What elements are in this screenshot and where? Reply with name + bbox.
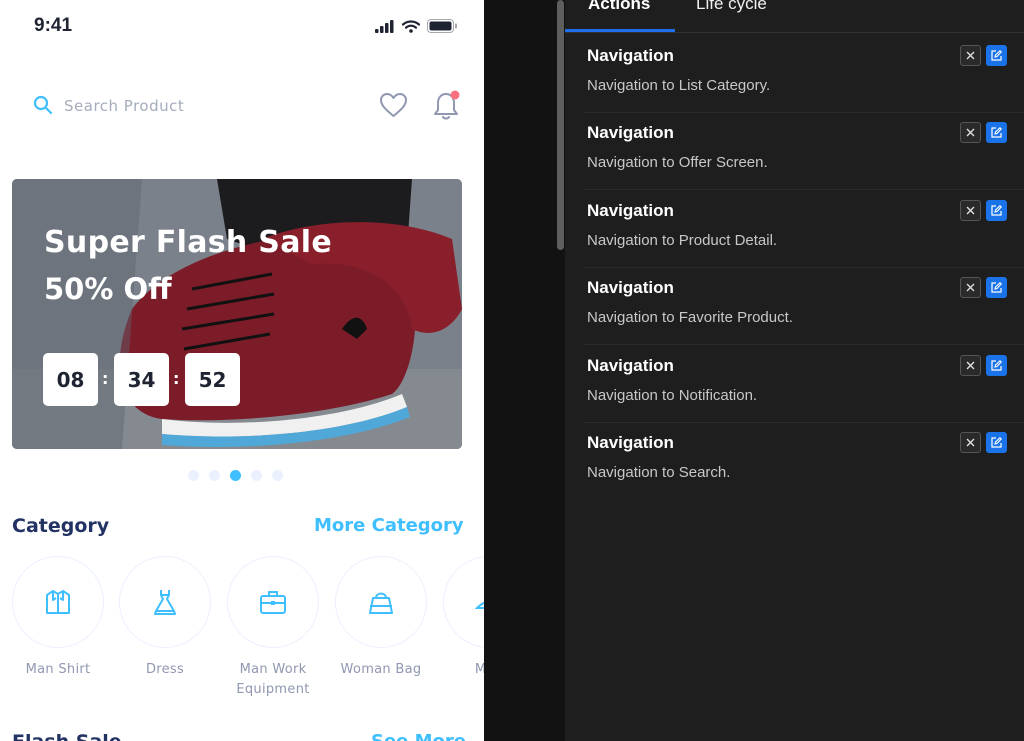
action-item[interactable]: Navigation Navigation to Favorite Produc… — [583, 267, 1024, 345]
edit-icon — [991, 205, 1002, 216]
close-icon — [966, 51, 975, 60]
shoe-icon — [475, 601, 484, 609]
category-label: Woman Bag — [340, 662, 422, 677]
timer-hours: 08 — [43, 353, 98, 406]
close-icon — [966, 361, 975, 370]
edit-icon — [991, 282, 1002, 293]
edit-icon — [991, 437, 1002, 448]
see-more-link[interactable]: See More — [371, 731, 466, 741]
action-description: Navigation to Notification. — [587, 387, 758, 404]
action-item[interactable]: Navigation Navigation to Product Detail. — [583, 190, 1024, 268]
category-item[interactable]: Man Work Equipment — [227, 556, 319, 700]
timer-seconds: 52 — [185, 353, 240, 406]
flash-sale-title: Flash Sale — [12, 731, 122, 741]
close-icon — [966, 283, 975, 292]
category-label: Man Shirt — [25, 662, 91, 677]
category-icon-circle[interactable] — [12, 556, 104, 648]
edit-action-button[interactable] — [986, 277, 1007, 298]
edit-action-button[interactable] — [986, 45, 1007, 66]
category-icon-circle[interactable] — [119, 556, 211, 648]
delete-action-button[interactable] — [960, 200, 981, 221]
action-title: Navigation — [587, 278, 674, 297]
dress-icon — [154, 590, 176, 615]
category-label: Man Work Equipment — [236, 662, 310, 697]
bag-icon — [369, 592, 393, 614]
tab-actions[interactable]: Actions — [588, 0, 650, 14]
edit-action-button[interactable] — [986, 432, 1007, 453]
wifi-icon — [402, 19, 420, 33]
close-icon — [966, 128, 975, 137]
action-item[interactable]: Navigation Navigation to Offer Screen. — [583, 112, 1024, 190]
delete-action-button[interactable] — [960, 122, 981, 143]
action-title: Navigation — [587, 356, 674, 375]
shirt-icon — [46, 590, 70, 614]
action-description: Navigation to Offer Screen. — [587, 154, 768, 171]
edit-icon — [991, 360, 1002, 371]
category-icon-circle[interactable] — [227, 556, 319, 648]
more-category-link[interactable]: More Category — [314, 515, 464, 536]
carousel-dot[interactable] — [272, 470, 283, 481]
action-title: Navigation — [587, 46, 674, 65]
battery-icon — [427, 19, 457, 33]
action-description: Navigation to Favorite Product. — [587, 309, 793, 326]
action-title: Navigation — [587, 433, 674, 452]
tab-life-cycle[interactable]: Life cycle — [696, 0, 767, 14]
delete-action-button[interactable] — [960, 432, 981, 453]
app-preview: 9:41 Search Product Super Flash Sale 50%… — [0, 0, 484, 741]
edit-icon — [991, 50, 1002, 61]
action-description: Navigation to Search. — [587, 464, 731, 481]
carousel-dot-active[interactable] — [230, 470, 241, 481]
timer-separator: : — [173, 369, 180, 388]
banner-title: Super Flash Sale — [44, 225, 332, 260]
category-icon-circle[interactable] — [443, 556, 484, 648]
carousel-dot[interactable] — [209, 470, 220, 481]
category-icon-circle[interactable] — [335, 556, 427, 648]
signal-icon — [375, 19, 394, 33]
category-label: Dress — [145, 662, 185, 677]
close-icon — [966, 206, 975, 215]
scrollbar[interactable] — [557, 0, 564, 250]
timer-minutes: 34 — [114, 353, 169, 406]
edit-action-button[interactable] — [986, 122, 1007, 143]
action-description: Navigation to Product Detail. — [587, 232, 778, 249]
briefcase-icon — [260, 591, 286, 614]
edit-action-button[interactable] — [986, 355, 1007, 376]
edit-action-button[interactable] — [986, 200, 1007, 221]
category-item[interactable]: Man — [443, 556, 484, 680]
action-title: Navigation — [587, 201, 674, 220]
status-time: 9:41 — [34, 15, 73, 36]
action-item[interactable]: Navigation Navigation to List Category. — [583, 35, 1024, 113]
close-icon — [966, 438, 975, 447]
search-icon[interactable] — [33, 95, 53, 115]
carousel-indicator — [188, 470, 283, 481]
action-title: Navigation — [587, 123, 674, 142]
promo-banner[interactable]: Super Flash Sale 50% Off 08 : 34 : 52 — [12, 179, 462, 449]
status-icons — [375, 19, 458, 33]
delete-action-button[interactable] — [960, 355, 981, 376]
action-description: Navigation to List Category. — [587, 77, 771, 94]
carousel-dot[interactable] — [188, 470, 199, 481]
panel-gutter — [484, 0, 565, 741]
action-item[interactable]: Navigation Navigation to Search. — [583, 422, 1024, 500]
action-item[interactable]: Navigation Navigation to Notification. — [583, 345, 1024, 423]
timer-separator: : — [102, 369, 109, 388]
banner-subtitle: 50% Off — [44, 272, 172, 306]
delete-action-button[interactable] — [960, 277, 981, 298]
heart-icon[interactable] — [379, 92, 408, 118]
search-input[interactable]: Search Product — [64, 97, 184, 115]
sneaker-photo — [12, 179, 462, 449]
delete-action-button[interactable] — [960, 45, 981, 66]
category-item[interactable]: Dress — [119, 556, 211, 680]
bell-icon[interactable] — [433, 89, 461, 121]
carousel-dot[interactable] — [251, 470, 262, 481]
category-label: Man — [474, 662, 484, 677]
actions-panel: Actions Life cycle Navigation Navigation… — [565, 0, 1024, 741]
category-title: Category — [12, 515, 110, 537]
category-item[interactable]: Woman Bag — [335, 556, 427, 680]
edit-icon — [991, 127, 1002, 138]
active-tab-indicator — [565, 29, 675, 32]
panel-tabs: Actions Life cycle — [565, 0, 1024, 33]
category-item[interactable]: Man Shirt — [12, 556, 104, 680]
